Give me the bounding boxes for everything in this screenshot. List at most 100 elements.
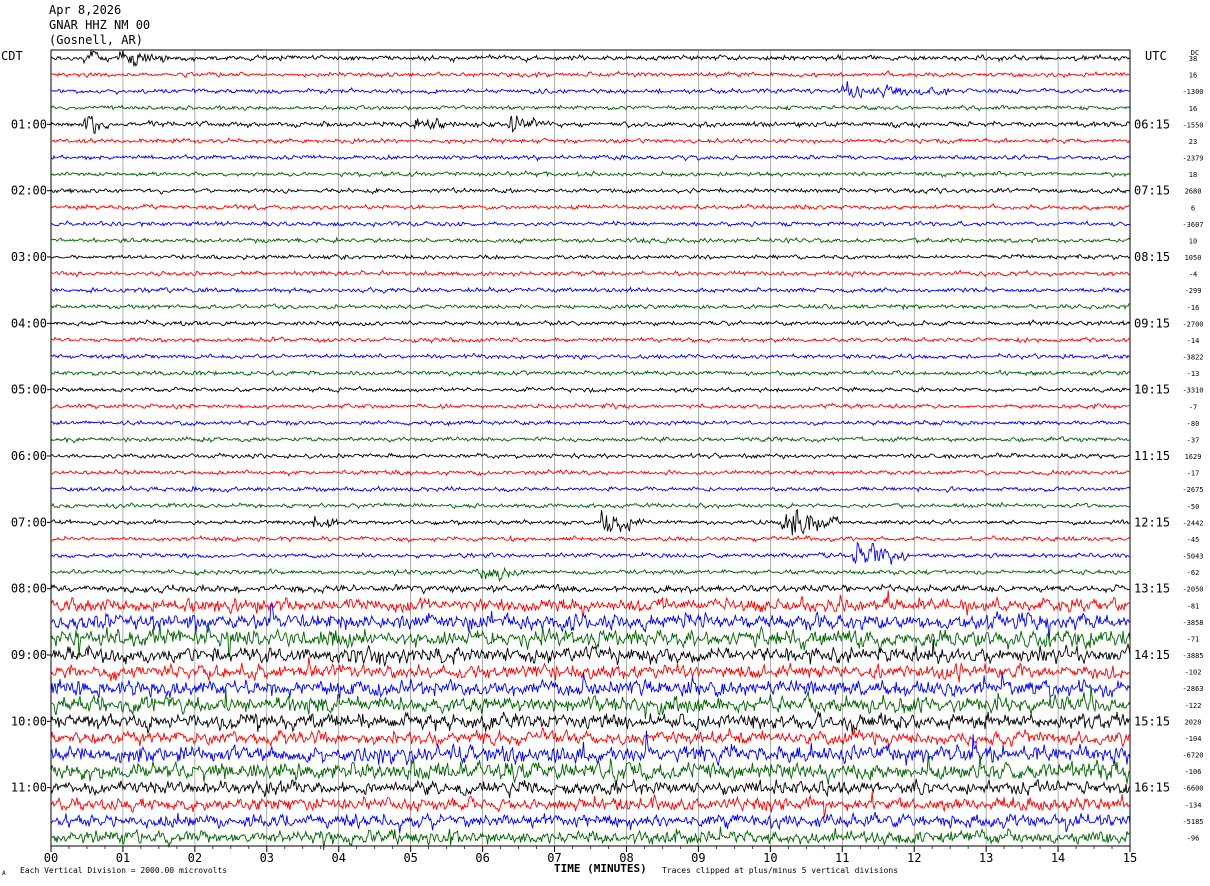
- dc-offset-label: 1050: [1185, 254, 1202, 262]
- dc-offset-label: -1550: [1182, 121, 1203, 129]
- seismic-trace: [50, 236, 1131, 245]
- seismic-trace: [50, 583, 1131, 595]
- dc-offset-label: -13: [1187, 370, 1200, 378]
- seismic-trace: [50, 590, 1131, 616]
- scale-note: Each Vertical Division = 2000.00 microvo…: [20, 866, 228, 875]
- dc-offset-label: -102: [1185, 669, 1202, 677]
- left-hour-label: 01:00: [11, 117, 47, 131]
- dc-offset-label: -3858: [1182, 619, 1203, 627]
- dc-offset-label: -3822: [1182, 354, 1203, 362]
- dc-offset-label: 16: [1189, 105, 1197, 113]
- seismic-trace: [50, 115, 1131, 135]
- seismic-trace: [50, 711, 1131, 735]
- right-hour-label: 15:15: [1134, 714, 1170, 728]
- right-hour-label: 11:15: [1134, 449, 1170, 463]
- seismic-trace: [50, 452, 1131, 460]
- seismic-trace: [50, 81, 1130, 100]
- x-tick-label: 02: [188, 851, 202, 865]
- seismic-trace: [50, 672, 1131, 699]
- dc-offset-label: -62: [1187, 569, 1200, 577]
- dc-offset-label: 38: [1189, 55, 1197, 63]
- dc-offset-label: -3310: [1182, 387, 1203, 395]
- seismic-trace: [50, 269, 1131, 278]
- seismic-trace: [50, 484, 1131, 494]
- seismic-trace: [50, 187, 1131, 195]
- seismic-trace: [50, 153, 1131, 162]
- x-axis-label: TIME (MINUTES): [554, 862, 647, 875]
- right-hour-label: 09:15: [1134, 316, 1170, 330]
- dc-offset-label: -106: [1185, 768, 1202, 776]
- dc-offset-label: 2680: [1185, 188, 1202, 196]
- dc-offset-label: -2050: [1182, 586, 1203, 594]
- dc-offset-label: -71: [1187, 635, 1200, 643]
- x-tick-label: 09: [691, 851, 705, 865]
- dc-offset-label: -16: [1187, 304, 1200, 312]
- dc-offset-label: 2020: [1185, 718, 1202, 726]
- dc-offset-label: -2700: [1182, 320, 1203, 328]
- right-hour-label: 13:15: [1134, 582, 1170, 596]
- seismic-trace: [50, 104, 1131, 112]
- seismic-trace: [50, 70, 1131, 79]
- seismic-trace: [51, 220, 1131, 228]
- x-tick-label: 03: [260, 851, 274, 865]
- dc-offset-label: -4: [1189, 271, 1197, 279]
- right-hour-label: 16:15: [1134, 781, 1170, 795]
- right-hour-label: 07:15: [1134, 184, 1170, 198]
- seismic-trace: [50, 336, 1131, 344]
- right-hour-label: 06:15: [1134, 117, 1170, 131]
- dc-offset-label: -80: [1187, 420, 1200, 428]
- left-hour-label: 02:00: [11, 184, 47, 198]
- seismic-trace: [50, 501, 1131, 510]
- right-hour-label: 10:15: [1134, 383, 1170, 397]
- dc-offset-label: -2379: [1182, 155, 1203, 163]
- dc-offset-label: 16: [1189, 72, 1197, 80]
- right-hour-label: 14:15: [1134, 648, 1170, 662]
- dc-offset-label: -37: [1187, 436, 1200, 444]
- clip-note: Traces clipped at plus/minus 5 vertical …: [662, 866, 899, 875]
- seismic-trace: [50, 318, 1131, 327]
- dc-offset-label: -14: [1187, 337, 1200, 345]
- dc-offset-label: -7: [1189, 403, 1197, 411]
- corner-mark: A: [2, 870, 6, 877]
- x-tick-label: 05: [403, 851, 417, 865]
- seismic-trace: [50, 468, 1131, 477]
- x-tick-label: 14: [1051, 851, 1065, 865]
- dc-offset-label: 23: [1189, 138, 1197, 146]
- x-tick-label: 12: [907, 851, 921, 865]
- seismic-trace: [50, 169, 1131, 179]
- seismic-trace: [50, 303, 1131, 311]
- dc-offset-label: -81: [1187, 602, 1200, 610]
- seismic-trace: [50, 369, 1131, 377]
- dc-offset-label: -3885: [1182, 652, 1203, 660]
- dc-offset-label: 18: [1189, 171, 1197, 179]
- seismic-trace: [50, 639, 1131, 668]
- seismic-trace: [50, 435, 1131, 444]
- dc-offset-label: 1629: [1185, 453, 1202, 461]
- x-tick-label: 13: [979, 851, 993, 865]
- dc-offset-label: -96: [1187, 834, 1200, 842]
- dc-offset-label: -45: [1187, 536, 1200, 544]
- seismic-trace: [50, 541, 1131, 565]
- dc-offset-label: -6720: [1182, 752, 1203, 760]
- x-tick-label: 10: [763, 851, 777, 865]
- seismic-trace: [50, 727, 1131, 748]
- dc-offset-label: 10: [1189, 237, 1197, 245]
- left-hour-label: 10:00: [11, 714, 47, 728]
- dc-offset-label: -6600: [1182, 785, 1203, 793]
- seismic-trace: [50, 352, 1131, 361]
- seismic-trace: [50, 50, 1131, 67]
- dc-offset-label: -3607: [1182, 221, 1203, 229]
- dc-offset-label: -17: [1187, 470, 1200, 478]
- seismic-trace: [50, 385, 1131, 394]
- seismic-trace: [50, 419, 1131, 427]
- left-hour-label: 09:00: [11, 648, 47, 662]
- dc-offset-label: -1300: [1182, 88, 1203, 96]
- dc-offset-label: -5185: [1182, 818, 1203, 826]
- x-tick-label: 06: [475, 851, 489, 865]
- dc-offset-label: -104: [1185, 735, 1202, 743]
- seismic-trace: [50, 137, 1131, 145]
- seismic-trace: [50, 253, 1131, 261]
- right-hour-label: 08:15: [1134, 250, 1170, 264]
- x-tick-label: 15: [1123, 851, 1137, 865]
- left-hour-label: 07:00: [11, 515, 47, 529]
